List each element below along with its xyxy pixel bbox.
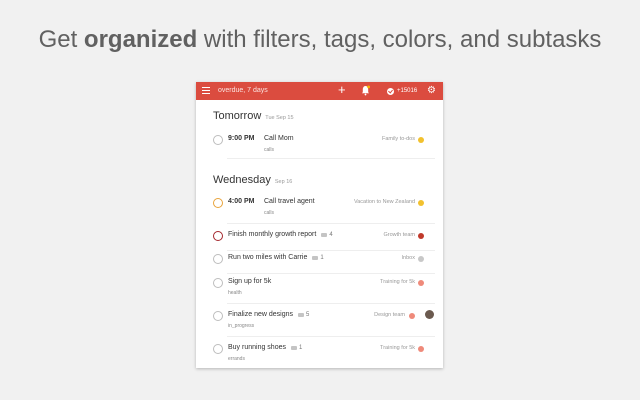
task-label[interactable]: calls — [264, 147, 274, 153]
project-color-dot — [418, 346, 424, 352]
app-window: overdue, 7 days + +15016 ⚙ Tomorrow Tue … — [196, 82, 443, 368]
divider — [227, 336, 435, 337]
divider — [227, 158, 435, 159]
menu-icon[interactable] — [202, 87, 210, 95]
karma-icon — [387, 87, 394, 95]
task-name: Finish monthly growth report 4 — [228, 231, 333, 238]
comment-count[interactable]: 4 — [321, 231, 333, 238]
project-color-dot — [418, 280, 424, 286]
task-checkbox[interactable] — [213, 344, 223, 354]
task-name: Sign up for 5k — [228, 278, 272, 285]
comment-count-value: 1 — [320, 254, 324, 261]
divider — [227, 223, 435, 224]
comment-count[interactable]: 1 — [290, 344, 303, 351]
task-label[interactable]: health — [228, 290, 242, 296]
karma-badge[interactable]: +15016 — [387, 86, 417, 96]
task-project[interactable]: Inbox — [402, 255, 415, 261]
project-color-dot — [418, 200, 424, 206]
project-color-dot — [418, 256, 424, 262]
task-project[interactable]: Design team — [374, 312, 405, 318]
task-project[interactable]: Vacation to New Zealand — [354, 199, 415, 205]
task-project[interactable]: Growth team — [384, 232, 415, 238]
headline-prefix: Get — [38, 26, 84, 53]
task-checkbox[interactable] — [213, 278, 223, 288]
task-checkbox[interactable] — [213, 198, 223, 208]
section-header-tomorrow: Tomorrow Tue Sep 15 — [213, 110, 294, 122]
task-time: 9:00 PM — [228, 135, 255, 142]
gear-icon[interactable]: ⚙ — [427, 85, 436, 97]
task-title: Buy running shoes — [228, 344, 286, 351]
section-date: Tue Sep 15 — [265, 115, 294, 121]
project-color-dot — [418, 137, 424, 143]
task-project[interactable]: Training for 5k — [380, 279, 415, 285]
task-checkbox[interactable] — [213, 311, 223, 321]
task-name: Buy running shoes 1 — [228, 344, 302, 351]
task-name: Call travel agent — [264, 198, 315, 205]
task-row[interactable]: Buy running shoes 1 errands Training for … — [213, 341, 435, 368]
bell-icon[interactable] — [361, 85, 370, 96]
headline-bold: organized — [83, 26, 198, 53]
karma-value: +15016 — [397, 88, 418, 94]
comment-icon — [321, 232, 328, 237]
task-title: Finalize new designs — [228, 311, 293, 318]
comment-count[interactable]: 1 — [312, 254, 324, 261]
comment-count-value: 5 — [305, 311, 310, 318]
task-project[interactable]: Training for 5k — [380, 345, 415, 351]
task-time: 4:00 PM — [228, 198, 255, 205]
comment-icon — [297, 312, 304, 317]
task-title: Run two miles with Carrie — [228, 254, 308, 261]
filter-label[interactable]: overdue, 7 days — [218, 87, 268, 94]
task-row[interactable]: Sign up for 5k health Training for 5k — [213, 275, 435, 305]
task-title: Finish monthly growth report — [228, 231, 317, 238]
task-row[interactable]: 9:00 PM Call Mom calls Family to-dos — [213, 132, 435, 162]
section-header-wednesday: Wednesday Sep 16 — [213, 174, 292, 186]
divider — [227, 303, 435, 304]
divider — [227, 273, 435, 274]
headline-suffix: with filters, tags, colors, and subtasks — [197, 26, 602, 53]
task-checkbox[interactable] — [213, 135, 223, 145]
project-color-dot — [418, 233, 424, 239]
task-label[interactable]: calls — [264, 210, 274, 216]
task-project[interactable]: Family to-dos — [382, 136, 415, 142]
task-label[interactable]: errands — [228, 356, 245, 362]
task-checkbox[interactable] — [213, 231, 223, 241]
comment-count-value: 4 — [329, 231, 333, 238]
section-title: Tomorrow — [213, 110, 262, 122]
plus-icon[interactable]: + — [338, 83, 346, 97]
project-color-dot — [409, 313, 415, 319]
task-name: Call Mom — [264, 135, 294, 142]
assignee-avatar[interactable] — [425, 310, 434, 319]
headline: Get organized with filters, tags, colors… — [0, 26, 640, 54]
task-row[interactable]: Finalize new designs 5 in_progress Design… — [213, 308, 435, 338]
comment-count-value: 1 — [298, 344, 303, 351]
task-label[interactable]: in_progress — [228, 323, 254, 329]
comment-icon — [312, 255, 319, 260]
top-bar: overdue, 7 days + +15016 ⚙ — [196, 82, 443, 100]
task-name: Finalize new designs 5 — [228, 311, 309, 318]
comment-count[interactable]: 5 — [297, 311, 310, 318]
section-date: Sep 16 — [274, 179, 293, 185]
section-title: Wednesday — [213, 174, 271, 186]
task-checkbox[interactable] — [213, 254, 223, 264]
task-name: Run two miles with Carrie 1 — [228, 254, 324, 261]
task-row[interactable]: 4:00 PM Call travel agent calls Vacation… — [213, 195, 435, 225]
comment-icon — [290, 345, 297, 350]
